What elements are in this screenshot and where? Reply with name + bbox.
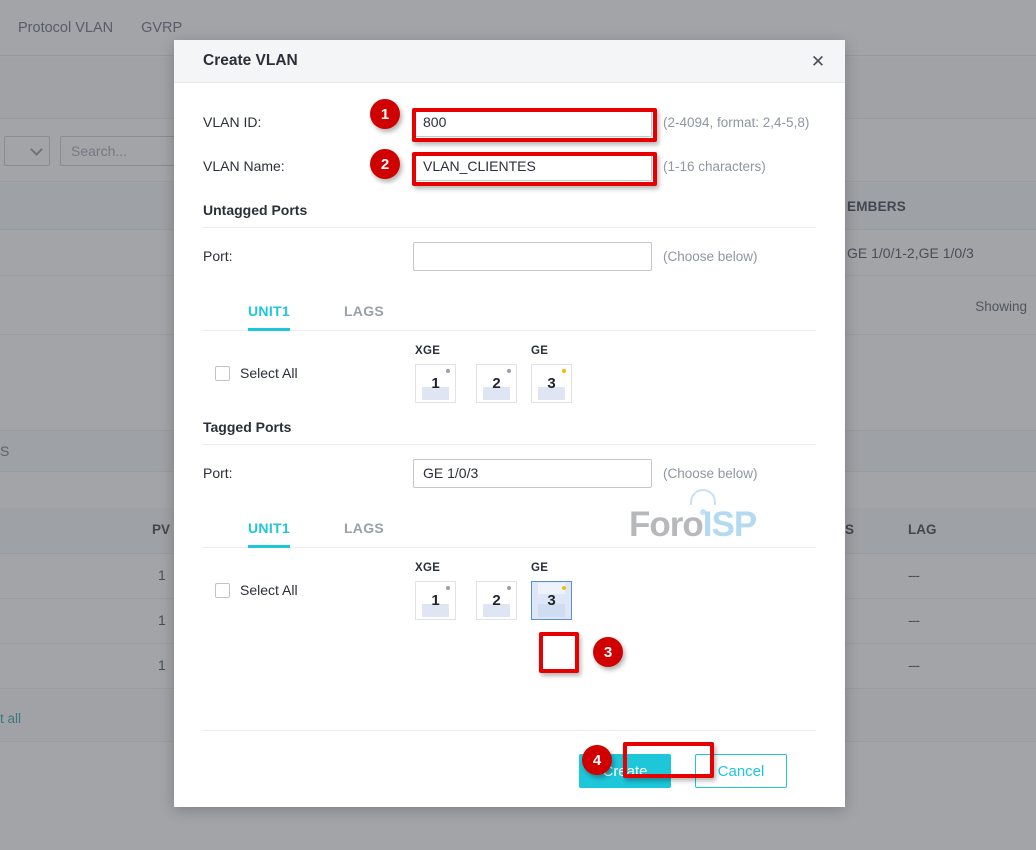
annotation-badge-2: 2 [370, 149, 400, 179]
untagged-port-xge-2[interactable]: 2 [476, 364, 517, 403]
untagged-port-number: 3 [547, 375, 556, 392]
dialog-footer: Create Cancel [203, 730, 816, 788]
untagged-port-xge-1[interactable]: 1 [415, 364, 456, 403]
field-row-untagged-port: Port: (Choose below) [203, 228, 816, 284]
port-led-icon [446, 586, 450, 590]
tagged-port-xge-1[interactable]: 1 [415, 581, 456, 620]
screen: Protocol VLAN GVRP Search... EMBERS GE 1… [0, 0, 1036, 850]
vlan-id-hint: (2-4094, format: 2,4-5,8) [663, 114, 810, 130]
untagged-group-label-xge: XGE [415, 345, 441, 357]
tagged-ports-title: Tagged Ports [203, 419, 292, 435]
untagged-port-ge-3[interactable]: 3 [531, 364, 572, 403]
tagged-port-area: Select All XGE 1 2 GE 3 [203, 548, 816, 634]
annotation-badge-1: 1 [370, 99, 400, 129]
tagged-port-xge-2[interactable]: 2 [476, 581, 517, 620]
untagged-ports-title: Untagged Ports [203, 202, 308, 218]
untagged-port-input[interactable] [413, 241, 652, 271]
dialog-button-row: Create Cancel [203, 754, 816, 788]
tab-unit1-tagged[interactable]: UNIT1 [248, 520, 290, 548]
tagged-select-all-label: Select All [240, 582, 298, 598]
tab-lags-untagged[interactable]: LAGS [344, 303, 384, 331]
vlan-name-hint: (1-16 characters) [663, 158, 766, 174]
tab-lags-tagged[interactable]: LAGS [344, 520, 384, 548]
port-led-icon [562, 586, 566, 590]
cancel-button[interactable]: Cancel [695, 754, 787, 788]
tagged-group-label-xge: XGE [415, 562, 441, 574]
field-row-vlan-id: VLAN ID: (2-4094, format: 2,4-5,8) [203, 100, 816, 144]
field-row-tagged-port: Port: (Choose below) [203, 445, 816, 501]
dialog-title: Create VLAN [203, 52, 298, 69]
field-row-vlan-name: VLAN Name: (1-16 characters) [203, 144, 816, 188]
divider [203, 730, 816, 731]
port-led-icon [562, 369, 566, 373]
vlan-id-input[interactable] [413, 107, 652, 137]
annotation-badge-4: 4 [582, 745, 612, 775]
tagged-group-ge: GE 3 [531, 562, 572, 620]
untagged-group-label-ge: GE [531, 345, 549, 357]
untagged-select-all[interactable]: Select All [215, 365, 298, 381]
untagged-port-number: 2 [492, 375, 501, 392]
tagged-tabs: UNIT1 LAGS [203, 519, 816, 548]
tagged-select-all[interactable]: Select All [215, 582, 298, 598]
checkbox-icon[interactable] [215, 365, 230, 381]
untagged-port-label: Port: [203, 248, 233, 264]
untagged-port-area: Select All XGE 1 2 GE 3 [203, 331, 816, 417]
tab-unit1-untagged[interactable]: UNIT1 [248, 303, 290, 331]
port-led-icon [507, 369, 511, 373]
port-led-icon [507, 586, 511, 590]
annotation-badge-3: 3 [593, 637, 623, 667]
untagged-group-xge: XGE 1 2 [415, 345, 517, 403]
tagged-port-label: Port: [203, 465, 233, 481]
checkbox-icon[interactable] [215, 582, 230, 598]
tagged-port-number: 1 [431, 592, 440, 609]
untagged-tabs: UNIT1 LAGS [203, 302, 816, 331]
tagged-port-number: 2 [492, 592, 501, 609]
port-led-icon [446, 369, 450, 373]
tagged-port-hint: (Choose below) [663, 465, 758, 481]
untagged-port-number: 1 [431, 375, 440, 392]
vlan-name-input[interactable] [413, 151, 652, 181]
tagged-port-number: 3 [547, 592, 556, 609]
dialog-header: Create VLAN ✕ [174, 40, 845, 83]
close-icon[interactable]: ✕ [805, 48, 831, 74]
untagged-group-ge: GE 3 [531, 345, 572, 403]
tagged-port-input[interactable] [413, 458, 652, 488]
dialog-body: VLAN ID: (2-4094, format: 2,4-5,8) VLAN … [174, 100, 845, 634]
tagged-group-label-ge: GE [531, 562, 549, 574]
wifi-dot-icon [700, 509, 706, 515]
untagged-select-all-label: Select All [240, 365, 298, 381]
create-vlan-dialog: Create VLAN ✕ VLAN ID: (2-4094, format: … [174, 40, 845, 807]
untagged-port-hint: (Choose below) [663, 248, 758, 264]
tagged-group-xge: XGE 1 2 [415, 562, 517, 620]
tagged-port-ge-3[interactable]: 3 [531, 581, 572, 620]
